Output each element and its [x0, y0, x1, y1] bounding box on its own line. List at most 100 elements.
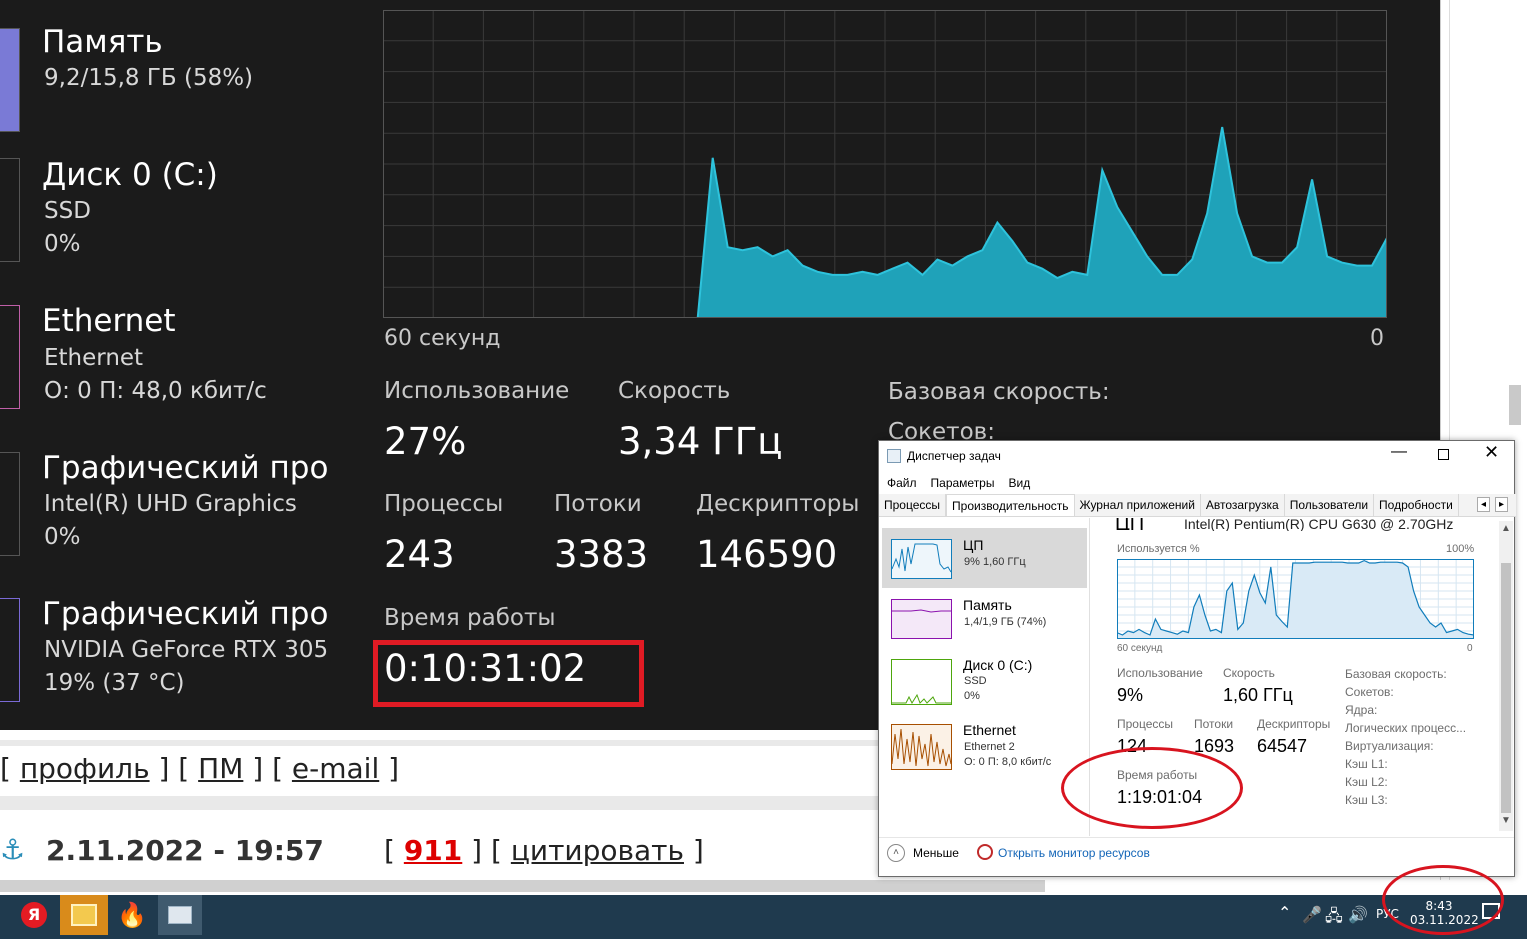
close-button[interactable]: ✕: [1484, 442, 1499, 463]
base-speed-label: Базовая скорость:: [1345, 667, 1447, 681]
disk-thumb[interactable]: [0, 158, 20, 262]
divider: [0, 740, 880, 746]
post-number-link[interactable]: 911: [404, 834, 462, 867]
gpu0-thumb[interactable]: [0, 452, 20, 556]
resource-disk-sub: SSD: [964, 675, 987, 687]
network-icon[interactable]: 🖧: [1325, 905, 1343, 932]
pm-link[interactable]: ПМ: [198, 752, 243, 785]
memory-thumb[interactable]: [0, 28, 20, 132]
l2-cache-label: Кэш L2:: [1345, 775, 1388, 789]
cpu-details-labels: Базовая скорость: Сокетов: Ядра: Логичес…: [1345, 665, 1466, 809]
usage-value: 9%: [1117, 685, 1144, 705]
ethernet-thumbnail-chart: [891, 724, 952, 770]
sockets-label: Сокетов:: [1345, 685, 1394, 699]
sidebar-ethernet-rate: О: 0 П: 48,0 кбит/с: [44, 378, 267, 404]
resource-ethernet-rate: О: 0 П: 8,0 кбит/с: [964, 756, 1052, 768]
handles-value: 64547: [1257, 736, 1308, 756]
tab-app-history[interactable]: Журнал приложений: [1075, 494, 1201, 516]
used-percent-label: Используется %: [1117, 543, 1200, 555]
ethernet-thumb[interactable]: [0, 305, 20, 409]
profile-link[interactable]: профиль: [20, 752, 150, 785]
gpu1-thumb[interactable]: [0, 598, 20, 702]
sidebar-gpu1-usage: 19% (37 °C): [44, 670, 185, 696]
sidebar-gpu0-name[interactable]: Графический про: [42, 450, 328, 486]
tab-bar: Процессы Производительность Журнал прило…: [879, 494, 1516, 517]
tab-performance[interactable]: Производительность: [946, 494, 1075, 516]
speed-label: Скорость: [1223, 666, 1275, 680]
sidebar-gpu0-sub: Intel(R) UHD Graphics: [44, 491, 297, 517]
virtualization-label: Виртуализация:: [1345, 739, 1434, 753]
tab-startup[interactable]: Автозагрузка: [1201, 494, 1285, 516]
resource-ethernet-sub: Ethernet 2: [964, 741, 1015, 753]
tab-scroll-right[interactable]: ▸: [1495, 497, 1509, 512]
menu-file[interactable]: Файл: [887, 476, 917, 490]
tab-processes[interactable]: Процессы: [879, 494, 947, 516]
handles-label: Дескрипторы: [1257, 717, 1331, 731]
resource-ethernet-name[interactable]: Ethernet: [963, 722, 1016, 738]
forum-post-footer: [ профиль ] [ ПМ ] [ e-mail ] ⚓ 2.11.202…: [0, 730, 1045, 895]
resource-cpu-sub: 9% 1,60 ГГц: [964, 556, 1026, 568]
tab-scroll-left[interactable]: ◂: [1477, 497, 1491, 512]
fire-app-icon[interactable]: 🔥: [110, 895, 154, 935]
volume-icon[interactable]: 🔊: [1348, 905, 1368, 924]
cpu-window-graph: [1117, 559, 1474, 639]
yandex-browser-icon[interactable]: Я: [12, 895, 56, 935]
speed-value: 1,60 ГГц: [1223, 685, 1293, 705]
minimize-button[interactable]: —: [1391, 443, 1407, 461]
sidebar-memory-sub: 9,2/15,8 ГБ (58%): [44, 65, 254, 91]
mail-app-icon[interactable]: [60, 895, 108, 935]
menu-options[interactable]: Параметры: [931, 476, 995, 490]
max-percent-label: 100%: [1446, 543, 1475, 555]
tab-users[interactable]: Пользователи: [1285, 494, 1375, 516]
tab-details[interactable]: Подробности: [1374, 494, 1459, 516]
post-date: 2.11.2022 - 19:57: [46, 834, 324, 867]
menu-view[interactable]: Вид: [1008, 476, 1030, 490]
resource-disk-name[interactable]: Диск 0 (C:): [963, 657, 1032, 673]
usage-label: Использование: [1117, 666, 1203, 680]
l1-cache-label: Кэш L1:: [1345, 757, 1388, 771]
scroll-down-icon[interactable]: ▼: [1501, 815, 1511, 826]
scroll-up-icon[interactable]: ▲: [1501, 523, 1511, 534]
profile-links-row: [ профиль ] [ ПМ ] [ e-mail ]: [0, 752, 400, 785]
maximize-button[interactable]: [1438, 449, 1449, 460]
task-manager-app-icon: [887, 449, 901, 463]
sidebar-ethernet-sub: Ethernet: [44, 345, 144, 371]
anchor-icon[interactable]: ⚓: [0, 833, 25, 866]
fewer-details-button[interactable]: Меньше: [913, 846, 959, 860]
resource-memory-name[interactable]: Память: [963, 597, 1012, 613]
logical-processors-label: Логических процесс...: [1345, 721, 1467, 735]
scrollbar-thumb[interactable]: [1501, 563, 1511, 813]
sidebar-memory-name[interactable]: Память: [42, 24, 163, 60]
email-link[interactable]: e-mail: [292, 752, 379, 785]
microphone-icon[interactable]: 🎤: [1302, 905, 1322, 924]
sidebar-gpu0-usage: 0%: [44, 524, 81, 550]
processes-label: Процессы: [384, 491, 504, 517]
seconds-label: 60 секунд: [1117, 643, 1163, 654]
sidebar-disk-sub: SSD: [44, 198, 91, 224]
sidebar-disk-name[interactable]: Диск 0 (C:): [42, 157, 218, 193]
divider: [879, 837, 1514, 838]
uptime-label: Время работы: [384, 605, 556, 631]
chevron-up-icon[interactable]: ⌃: [1278, 903, 1291, 922]
post-actions-row: [ 911 ] [ цитировать ]: [384, 834, 704, 867]
task-manager-taskbar-icon[interactable]: [158, 895, 202, 935]
quote-link[interactable]: цитировать: [511, 834, 684, 867]
disk-thumbnail-chart: [891, 659, 952, 705]
sidebar-gpu1-sub: NVIDIA GeForce RTX 305: [44, 637, 329, 663]
taskbar: Я 🔥 ⌃ 🎤 🖧 🔊 РУС 8:43 03.11.2022: [0, 895, 1527, 939]
window-title: Диспетчер задач: [907, 449, 1001, 463]
cpu-title: ЦП: [1115, 518, 1145, 530]
sidebar-gpu1-name[interactable]: Графический про: [42, 596, 328, 632]
sidebar-disk-usage: 0%: [44, 231, 81, 257]
chevron-up-icon[interactable]: ˄: [887, 844, 905, 862]
horizontal-scrollbar[interactable]: [0, 880, 1045, 892]
sidebar-ethernet-name[interactable]: Ethernet: [42, 303, 176, 339]
resource-monitor-icon: [977, 844, 993, 860]
open-resource-monitor-link[interactable]: Открыть монитор ресурсов: [998, 846, 1150, 860]
graph-zero-label: 0: [1370, 326, 1384, 351]
scrollbar-thumb[interactable]: [1509, 385, 1521, 425]
uptime-highlight-ellipse: [1061, 747, 1243, 829]
resource-cpu-name: ЦП: [963, 537, 984, 553]
task-manager-window: Диспетчер задач — ✕ Файл Параметры Вид Про…: [878, 440, 1516, 877]
handles-label: Дескрипторы: [696, 491, 860, 517]
